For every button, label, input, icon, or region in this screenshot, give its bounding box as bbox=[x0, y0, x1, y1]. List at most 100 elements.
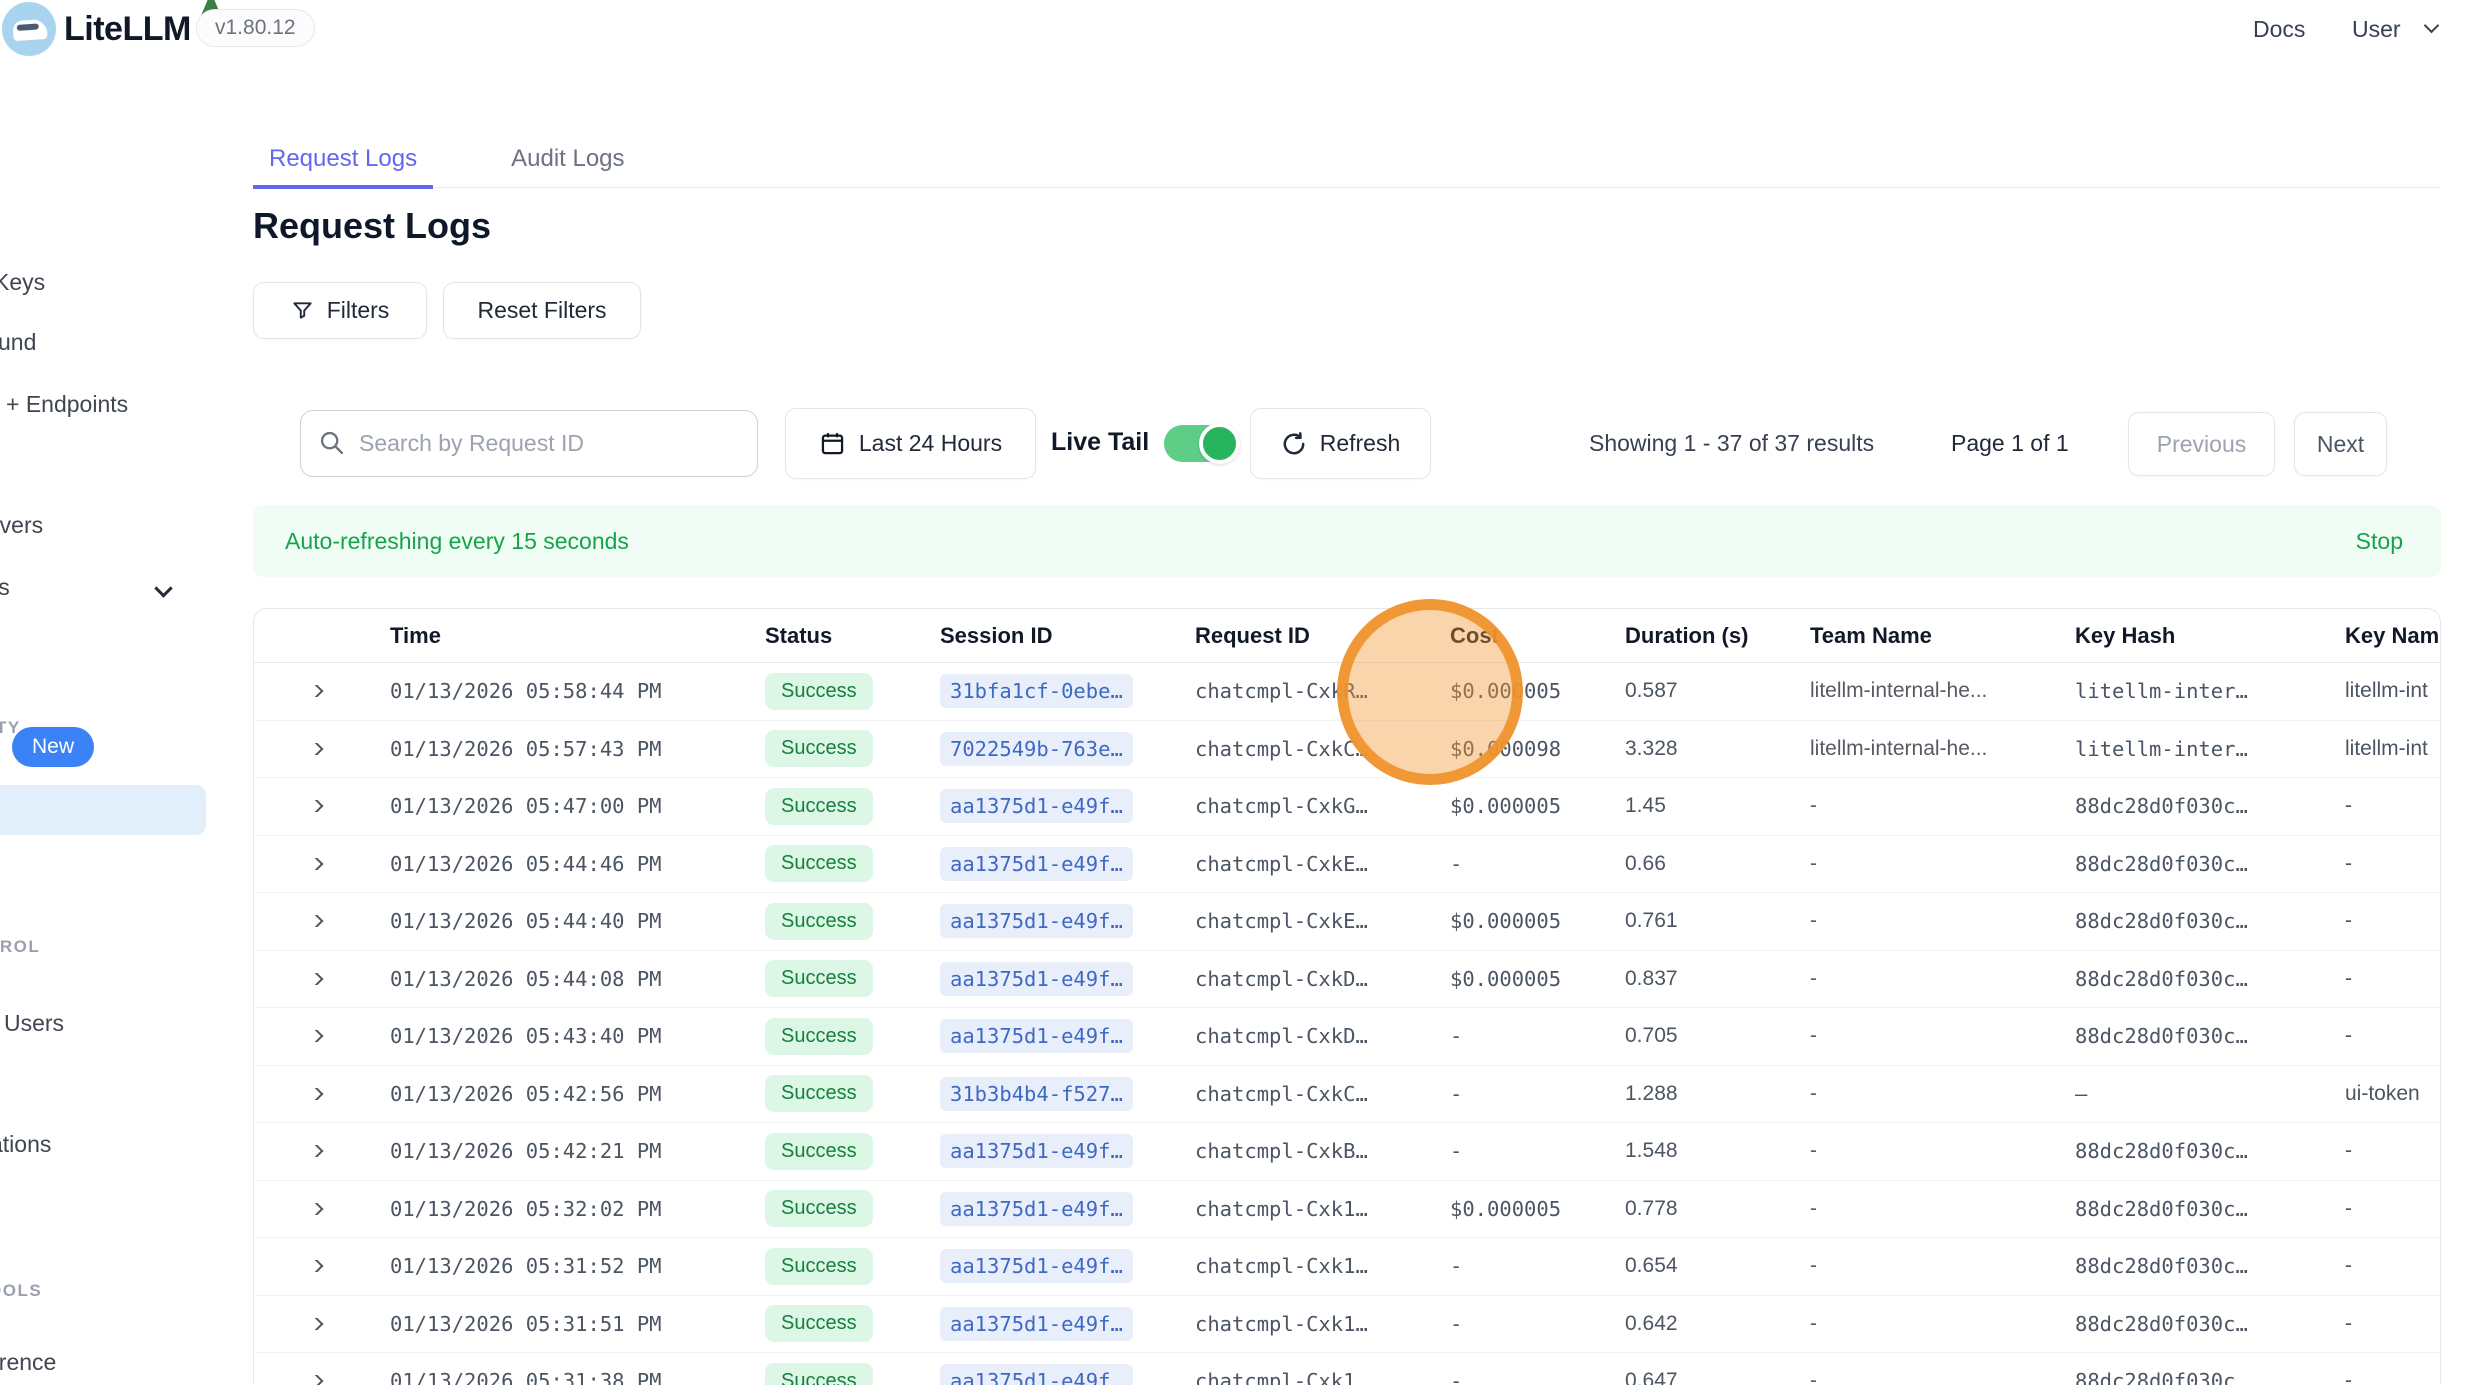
sidebar-item-servers[interactable]: rvers bbox=[0, 512, 43, 539]
session-id-link[interactable]: aa1375d1-e49f… bbox=[940, 1019, 1133, 1053]
session-id-link[interactable]: aa1375d1-e49f… bbox=[940, 962, 1133, 996]
status-badge: Success bbox=[765, 1075, 873, 1112]
table-row[interactable]: 01/13/2026 05:32:02 PMSuccessaa1375d1-e4… bbox=[254, 1181, 2440, 1239]
time-cell: 01/13/2026 05:44:08 PM bbox=[376, 967, 751, 991]
status-badge: Success bbox=[765, 1305, 873, 1342]
expand-row-icon[interactable] bbox=[307, 858, 324, 870]
session-id-link[interactable]: aa1375d1-e49f… bbox=[940, 1249, 1133, 1283]
team-name-cell: litellm-internal-he... bbox=[1796, 679, 2061, 703]
time-cell: 01/13/2026 05:44:40 PM bbox=[376, 909, 751, 933]
table-row[interactable]: 01/13/2026 05:31:51 PMSuccessaa1375d1-e4… bbox=[254, 1296, 2440, 1354]
expand-row-icon[interactable] bbox=[307, 915, 324, 927]
stop-auto-refresh-link[interactable]: Stop bbox=[2356, 528, 2403, 555]
table-row[interactable]: 01/13/2026 05:42:56 PMSuccess31b3b4b4-f5… bbox=[254, 1066, 2440, 1124]
key-hash-cell: – bbox=[2061, 1082, 2321, 1106]
funnel-icon bbox=[291, 299, 314, 322]
expand-row-icon[interactable] bbox=[307, 743, 324, 755]
key-name-cell: - bbox=[2321, 909, 2440, 933]
status-badge: Success bbox=[765, 960, 873, 997]
sidebar-item-users[interactable]: Users bbox=[4, 1010, 64, 1037]
sidebar-item-ils[interactable]: ils bbox=[0, 574, 10, 601]
key-name-cell: - bbox=[2321, 1369, 2440, 1385]
live-tail-toggle[interactable] bbox=[1164, 425, 1238, 462]
duration-cell: 0.705 bbox=[1611, 1024, 1796, 1048]
session-id-link[interactable]: 31b3b4b4-f527… bbox=[940, 1077, 1133, 1111]
table-row[interactable]: 01/13/2026 05:44:40 PM Success aa1375d1-e4… bbox=[254, 893, 2440, 951]
status-badge: Success bbox=[765, 903, 873, 940]
session-id-link[interactable]: aa1375d1-e49f… bbox=[940, 1134, 1133, 1168]
session-id-link[interactable]: aa1375d1-e49f… bbox=[940, 904, 1133, 938]
expand-row-icon[interactable] bbox=[307, 1318, 324, 1330]
request-id-cell: chatcmpl-CxkG… bbox=[1181, 794, 1436, 818]
table-row[interactable]: 01/13/2026 05:31:52 PMSuccessaa1375d1-e4… bbox=[254, 1238, 2440, 1296]
key-hash-cell: 88dc28d0f030c… bbox=[2061, 852, 2321, 876]
session-id-cell: 31b3b4b4-f527… bbox=[926, 1077, 1181, 1111]
expand-row-icon[interactable] bbox=[307, 1260, 324, 1272]
session-id-link[interactable]: 31bfa1cf-0ebe… bbox=[940, 674, 1133, 708]
search-icon bbox=[318, 429, 346, 457]
user-menu[interactable]: User bbox=[2352, 0, 2401, 58]
sidebar-collapse-chevron-icon[interactable] bbox=[154, 579, 172, 597]
expand-row-icon[interactable] bbox=[307, 973, 324, 985]
duration-cell: 1.288 bbox=[1611, 1082, 1796, 1106]
search-input[interactable] bbox=[300, 410, 758, 477]
refresh-button[interactable]: Refresh bbox=[1250, 408, 1431, 479]
key-hash-cell: 88dc28d0f030c… bbox=[2061, 794, 2321, 818]
next-page-button[interactable]: Next bbox=[2294, 412, 2387, 476]
filters-button[interactable]: Filters bbox=[253, 282, 427, 339]
session-id-link[interactable]: aa1375d1-e49f… bbox=[940, 847, 1133, 881]
session-id-link[interactable]: aa1375d1-e49f… bbox=[940, 789, 1133, 823]
status-cell: Success bbox=[751, 1363, 926, 1385]
expand-row-icon[interactable] bbox=[307, 1030, 324, 1042]
duration-cell: 1.45 bbox=[1611, 794, 1796, 818]
session-id-link[interactable]: aa1375d1-e49f… bbox=[940, 1307, 1133, 1341]
session-id-link[interactable]: aa1375d1-e49f… bbox=[940, 1364, 1133, 1385]
table-row[interactable]: 01/13/2026 05:44:46 PMSuccessaa1375d1-e4… bbox=[254, 836, 2440, 894]
request-id-cell: chatcmpl-CxkC… bbox=[1181, 737, 1436, 761]
table-row[interactable]: 01/13/2026 05:43:40 PMSuccessaa1375d1-e4… bbox=[254, 1008, 2440, 1066]
chevron-down-icon[interactable] bbox=[2424, 18, 2440, 34]
session-id-cell: aa1375d1-e49f… bbox=[926, 904, 1181, 938]
table-row[interactable]: 01/13/2026 05:47:00 PMSuccessaa1375d1-e4… bbox=[254, 778, 2440, 836]
session-id-cell: aa1375d1-e49f… bbox=[926, 1192, 1181, 1226]
sidebar-item-ations[interactable]: ations bbox=[0, 1131, 51, 1158]
table-row[interactable]: 01/13/2026 05:31:38 PMSuccessaa1375d1-e4… bbox=[254, 1353, 2440, 1385]
previous-page-button[interactable]: Previous bbox=[2128, 412, 2275, 476]
tab-audit-logs[interactable]: Audit Logs bbox=[495, 132, 640, 189]
reset-filters-button[interactable]: Reset Filters bbox=[443, 282, 641, 339]
expand-row-icon[interactable] bbox=[307, 800, 324, 812]
col-cost: Cost bbox=[1436, 623, 1611, 649]
tab-request-logs[interactable]: Request Logs bbox=[253, 132, 433, 189]
sidebar-item-und[interactable]: und bbox=[0, 329, 36, 356]
key-hash-cell: 88dc28d0f030c… bbox=[2061, 1312, 2321, 1336]
table-row[interactable]: 01/13/2026 05:44:08 PM Success aa1375d1-e4… bbox=[254, 951, 2440, 1009]
table-row[interactable]: 01/13/2026 05:57:43 PMSuccess7022549b-76… bbox=[254, 721, 2440, 779]
expand-row-icon[interactable] bbox=[307, 1088, 324, 1100]
expand-row-icon[interactable] bbox=[307, 1145, 324, 1157]
time-range-button[interactable]: Last 24 Hours bbox=[785, 408, 1036, 479]
docs-link[interactable]: Docs bbox=[2253, 0, 2305, 58]
request-id-cell: chatcmpl-Cxk1… bbox=[1181, 1369, 1436, 1385]
sidebar-item-keys[interactable]: Keys bbox=[0, 269, 45, 296]
request-id-cell: chatcmpl-CxkD… bbox=[1181, 967, 1436, 991]
request-id-cell: chatcmpl-CxkE… bbox=[1181, 909, 1436, 933]
key-name-cell: litellm-int bbox=[2321, 737, 2440, 761]
session-id-link[interactable]: 7022549b-763e… bbox=[940, 732, 1133, 766]
expand-row-icon[interactable] bbox=[307, 685, 324, 697]
time-cell: 01/13/2026 05:58:44 PM bbox=[376, 679, 751, 703]
team-name-cell: - bbox=[1796, 1024, 2061, 1048]
page-title: Request Logs bbox=[253, 205, 491, 247]
table-row[interactable]: 01/13/2026 05:58:44 PMSuccess31bfa1cf-0e… bbox=[254, 663, 2440, 721]
session-id-link[interactable]: aa1375d1-e49f… bbox=[940, 1192, 1133, 1226]
expand-row-icon[interactable] bbox=[307, 1375, 324, 1385]
cost-cell: - bbox=[1436, 1254, 1611, 1278]
sidebar-item-endpoints[interactable]: + Endpoints bbox=[6, 391, 128, 418]
cost-cell: - bbox=[1436, 1312, 1611, 1336]
sidebar-section-ools: OOLS bbox=[0, 1281, 42, 1301]
expand-row-icon[interactable] bbox=[307, 1203, 324, 1215]
table-row[interactable]: 01/13/2026 05:42:21 PMSuccessaa1375d1-e4… bbox=[254, 1123, 2440, 1181]
sidebar-item-erence[interactable]: erence bbox=[0, 1349, 56, 1376]
key-hash-cell: 88dc28d0f030c… bbox=[2061, 909, 2321, 933]
team-name-cell: litellm-internal-he... bbox=[1796, 737, 2061, 761]
sidebar-selected-item[interactable] bbox=[0, 785, 206, 835]
